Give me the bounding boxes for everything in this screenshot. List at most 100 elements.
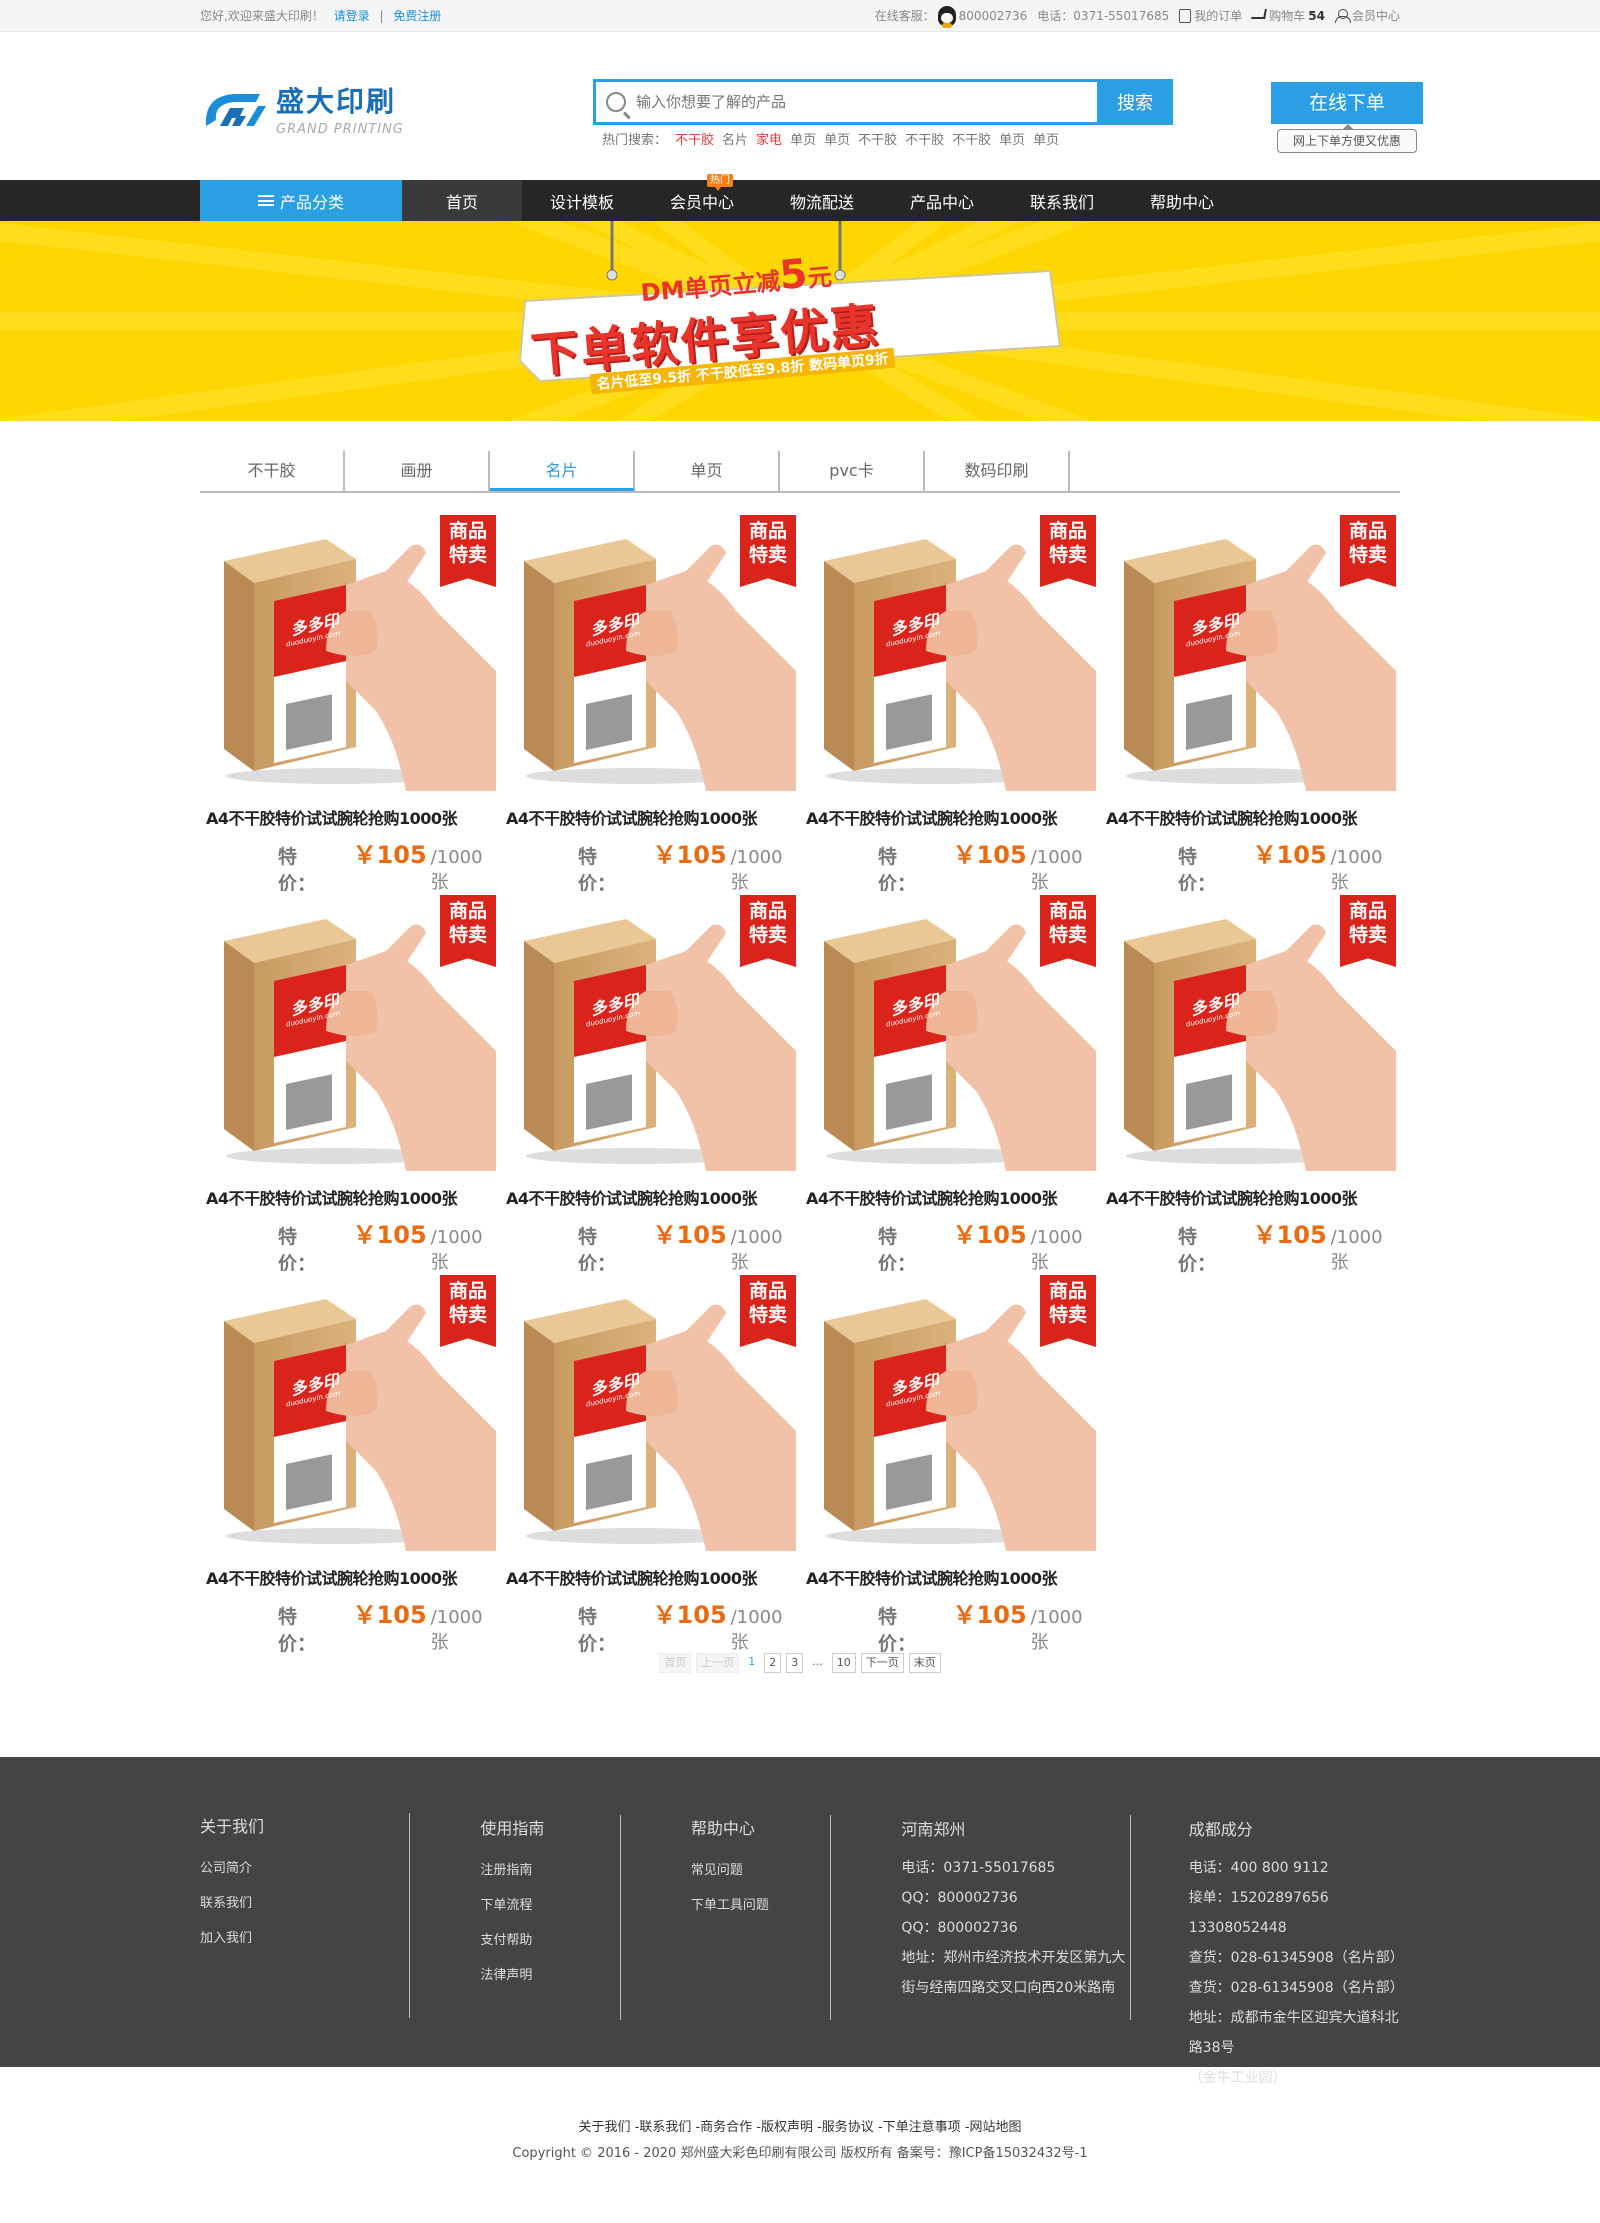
product-title[interactable]: A4不干胶特价试试腕轮抢购1000张 — [206, 805, 500, 829]
welcome-area: 您好,欢迎来盛大印刷！ 请登录 | 免费注册 — [200, 7, 447, 24]
footer-zhengzhou-item: QQ：800002736 — [901, 1890, 1018, 1906]
ribbon-line-1: 商品 — [1048, 520, 1087, 542]
product-image[interactable]: 商品 特卖 多多印 duoduoyin.com — [206, 511, 496, 791]
product-card[interactable]: 商品 特卖 多多印 duoduoyin.com A4不干胶特价试试腕轮抢购1000张 特价… — [200, 505, 500, 895]
pagination: 首页 上一页 1 2 3 ... 10 下一页 末页 — [200, 1653, 1400, 1673]
product-card[interactable]: 商品 特卖 多多印 duoduoyin.com A4不干胶特价试试腕轮抢购1000张 特价… — [1100, 505, 1400, 895]
login-link[interactable]: 请登录 — [334, 9, 370, 23]
footer-guide-item[interactable]: 支付帮助 — [480, 1929, 620, 1948]
cart-link[interactable]: 购物车 54 — [1251, 7, 1325, 24]
hot-search-item[interactable]: 单页 — [790, 129, 816, 148]
ribbon-line-1: 商品 — [748, 1280, 787, 1302]
product-card[interactable]: 商品 特卖 多多印 duoduoyin.com A4不干胶特价试试腕轮抢购1000张 特价… — [800, 505, 1100, 895]
nav-item-7[interactable]: 帮助中心 — [1122, 180, 1242, 221]
last-page-button[interactable]: 末页 — [908, 1653, 941, 1673]
product-title[interactable]: A4不干胶特价试试腕轮抢购1000张 — [206, 1565, 500, 1589]
footer-about-item[interactable]: 加入我们 — [200, 1927, 409, 1946]
my-orders-link[interactable]: 我的订单 — [1179, 7, 1242, 24]
promo-banner[interactable]: DM单页立减5元 下单软件享优惠 名片低至9.5折 不干胶低至9.8折 数码单页… — [0, 221, 1600, 421]
nav-item-3[interactable]: 会员中心 热门 — [642, 174, 762, 221]
hot-search-item[interactable]: 单页 — [1033, 129, 1059, 148]
search-input[interactable] — [636, 93, 1036, 111]
page-3-button[interactable]: 3 — [786, 1653, 804, 1673]
nav-item-2[interactable]: 设计模板 — [522, 180, 642, 221]
member-center-label: 会员中心 — [1351, 9, 1400, 23]
product-card[interactable]: 商品 特卖 多多印 duoduoyin.com A4不干胶特价试试腕轮抢购1000张 特价… — [500, 885, 800, 1275]
product-title[interactable]: A4不干胶特价试试腕轮抢购1000张 — [206, 1185, 500, 1209]
footer-about-item[interactable]: 公司简介 — [200, 1857, 409, 1876]
product-card[interactable]: 商品 特卖 多多印 duoduoyin.com A4不干胶特价试试腕轮抢购1000张 特价… — [500, 505, 800, 895]
nav-item-5[interactable]: 产品中心 — [882, 180, 1002, 221]
product-image[interactable]: 商品 特卖 多多印 duoduoyin.com — [806, 1271, 1096, 1551]
nav-item-4[interactable]: 物流配送 — [762, 180, 882, 221]
bottom-links[interactable]: 关于我们 -联系我们 -商务合作 -版权声明 -服务协议 -下单注意事项 -网站… — [0, 2115, 1600, 2141]
page-1-button[interactable]: 1 — [744, 1653, 759, 1673]
product-title[interactable]: A4不干胶特价试试腕轮抢购1000张 — [506, 805, 800, 829]
product-card[interactable]: 商品 特卖 多多印 duoduoyin.com A4不干胶特价试试腕轮抢购1000张 特价… — [200, 885, 500, 1275]
product-image[interactable]: 商品 特卖 多多印 duoduoyin.com — [506, 511, 796, 791]
product-title[interactable]: A4不干胶特价试试腕轮抢购1000张 — [806, 805, 1100, 829]
product-card[interactable]: 商品 特卖 多多印 duoduoyin.com A4不干胶特价试试腕轮抢购1000张 特价… — [800, 885, 1100, 1275]
product-title[interactable]: A4不干胶特价试试腕轮抢购1000张 — [806, 1185, 1100, 1209]
product-image[interactable]: 商品 特卖 多多印 duoduoyin.com — [806, 891, 1096, 1171]
hot-search-item[interactable]: 不干胶 — [905, 129, 944, 148]
footer-guide-item[interactable]: 下单流程 — [480, 1894, 620, 1913]
prev-page-button[interactable]: 上一页 — [696, 1653, 740, 1673]
page-10-button[interactable]: 10 — [831, 1653, 856, 1673]
ribbon-line-2: 特卖 — [748, 1304, 787, 1326]
product-image[interactable]: 商品 特卖 多多印 duoduoyin.com — [506, 891, 796, 1171]
next-page-button[interactable]: 下一页 — [860, 1653, 904, 1673]
footer-about-item[interactable]: 联系我们 — [200, 1892, 409, 1911]
category-menu-button[interactable]: 产品分类 — [200, 180, 402, 221]
product-title[interactable]: A4不干胶特价试试腕轮抢购1000张 — [506, 1185, 800, 1209]
online-service[interactable]: 在线客服： 800002736 — [875, 5, 1027, 28]
product-card[interactable]: 商品 特卖 多多印 duoduoyin.com A4不干胶特价试试腕轮抢购1000张 特价… — [200, 1265, 500, 1655]
product-image[interactable]: 商品 特卖 多多印 duoduoyin.com — [806, 511, 1096, 791]
tab-3[interactable]: 名片 — [490, 451, 635, 491]
product-image[interactable]: 商品 特卖 多多印 duoduoyin.com — [1106, 511, 1396, 791]
online-order-button[interactable]: 在线下单 — [1271, 82, 1423, 124]
hot-search-item[interactable]: 单页 — [999, 129, 1025, 148]
product-card[interactable]: 商品 特卖 多多印 duoduoyin.com A4不干胶特价试试腕轮抢购1000张 特价… — [500, 1265, 800, 1655]
member-center-link[interactable]: 会员中心 — [1334, 7, 1400, 24]
tab-2[interactable]: 画册 — [345, 451, 490, 491]
nav-item-6[interactable]: 联系我们 — [1002, 180, 1122, 221]
first-page-button[interactable]: 首页 — [659, 1653, 692, 1673]
page-2-button[interactable]: 2 — [764, 1653, 782, 1673]
footer-guide-item[interactable]: 注册指南 — [480, 1859, 620, 1878]
search-box — [593, 79, 1097, 125]
promo-ribbon: 商品 特卖 — [1040, 895, 1096, 967]
tab-5[interactable]: pvc卡 — [780, 451, 925, 491]
hot-search-item[interactable]: 单页 — [824, 129, 850, 148]
search-button[interactable]: 搜索 — [1097, 79, 1173, 125]
promo-ribbon: 商品 特卖 — [440, 515, 496, 587]
hot-search-item[interactable]: 不干胶 — [675, 129, 714, 148]
product-title[interactable]: A4不干胶特价试试腕轮抢购1000张 — [506, 1565, 800, 1589]
footer-help-item[interactable]: 下单工具问题 — [691, 1894, 831, 1913]
tab-4[interactable]: 单页 — [635, 451, 780, 491]
footer-guide-item[interactable]: 法律声明 — [480, 1964, 620, 1983]
footer-help-item[interactable]: 常见问题 — [691, 1859, 831, 1878]
hot-search-item[interactable]: 不干胶 — [952, 129, 991, 148]
tab-6[interactable]: 数码印刷 — [925, 451, 1070, 491]
product-title[interactable]: A4不干胶特价试试腕轮抢购1000张 — [1106, 805, 1400, 829]
nav-item-1[interactable]: 首页 — [402, 180, 522, 221]
hot-search-item[interactable]: 不干胶 — [858, 129, 897, 148]
product-image[interactable]: 商品 特卖 多多印 duoduoyin.com — [1106, 891, 1396, 1171]
hot-search-item[interactable]: 名片 — [722, 129, 748, 148]
register-link[interactable]: 免费注册 — [393, 9, 441, 23]
product-image[interactable]: 商品 特卖 多多印 duoduoyin.com — [206, 891, 496, 1171]
product-image[interactable]: 商品 特卖 多多印 duoduoyin.com — [206, 1271, 496, 1551]
promo-ribbon: 商品 特卖 — [1040, 515, 1096, 587]
product-card[interactable]: 商品 特卖 多多印 duoduoyin.com A4不干胶特价试试腕轮抢购1000张 特价… — [1100, 885, 1400, 1275]
product-card[interactable]: 商品 特卖 多多印 duoduoyin.com A4不干胶特价试试腕轮抢购1000张 特价… — [800, 1265, 1100, 1655]
page-ellipsis: ... — [812, 1655, 823, 1668]
product-image[interactable]: 商品 特卖 多多印 duoduoyin.com — [506, 1271, 796, 1551]
footer-help: 帮助中心 常见问题 下单工具问题 — [621, 1815, 832, 2020]
product-title[interactable]: A4不干胶特价试试腕轮抢购1000张 — [1106, 1185, 1400, 1209]
ribbon-line-2: 特卖 — [448, 924, 487, 946]
tab-1[interactable]: 不干胶 — [200, 451, 345, 491]
logo[interactable]: 盛大印刷 GRAND PRINTING — [200, 80, 404, 137]
hot-search-item[interactable]: 家电 — [756, 129, 782, 148]
product-title[interactable]: A4不干胶特价试试腕轮抢购1000张 — [806, 1565, 1100, 1589]
